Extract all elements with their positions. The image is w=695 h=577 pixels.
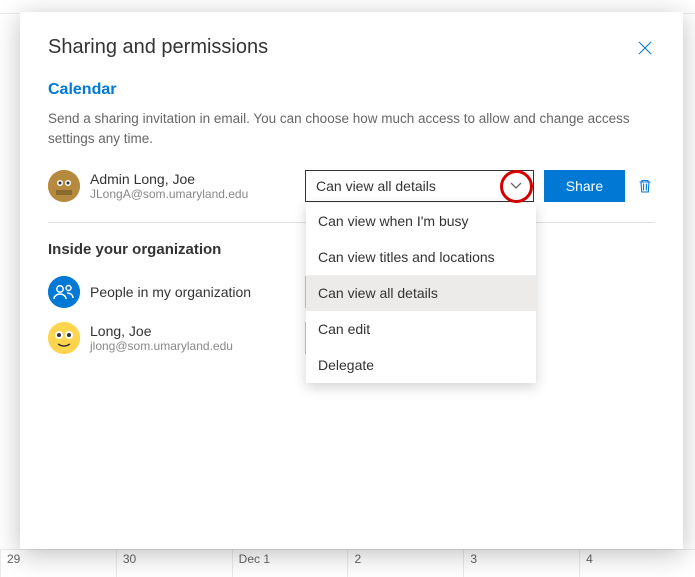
dropdown-option-busy[interactable]: Can view when I'm busy xyxy=(306,203,536,239)
dropdown-option-titles[interactable]: Can view titles and locations xyxy=(306,239,536,275)
invitee-name: Admin Long, Joe xyxy=(90,171,295,187)
share-button[interactable]: Share xyxy=(544,170,625,202)
org-row-name: Long, Joe xyxy=(90,323,233,339)
calendar-section-title: Calendar xyxy=(48,81,655,99)
day-numbers-row: 29 30 Dec 1 2 3 4 xyxy=(0,549,695,577)
sharing-permissions-modal: Sharing and permissions Calendar Send a … xyxy=(20,12,683,549)
day-cell[interactable]: 3 xyxy=(463,549,579,577)
section-description: Send a sharing invitation in email. You … xyxy=(48,109,655,150)
invitee-info: Admin Long, Joe JLongA@som.umaryland.edu xyxy=(90,171,295,201)
avatar xyxy=(48,322,80,354)
dropdown-option-edit[interactable]: Can edit xyxy=(306,311,536,347)
org-row-email: jlong@som.umaryland.edu xyxy=(90,339,233,353)
chevron-down-icon xyxy=(509,179,523,193)
permission-dropdown: Can view when I'm busy Can view titles a… xyxy=(306,203,536,383)
invitee-row: Admin Long, Joe JLongA@som.umaryland.edu… xyxy=(48,170,655,202)
day-cell[interactable]: 4 xyxy=(579,549,695,577)
day-cell[interactable]: 2 xyxy=(347,549,463,577)
trash-icon[interactable] xyxy=(635,178,655,194)
modal-header: Sharing and permissions xyxy=(48,36,655,59)
close-icon[interactable] xyxy=(635,38,655,58)
modal-title: Sharing and permissions xyxy=(48,36,268,59)
permission-selected-label: Can view all details xyxy=(316,178,436,194)
org-row-name: People in my organization xyxy=(90,284,251,300)
dropdown-option-delegate[interactable]: Delegate xyxy=(306,347,536,383)
avatar xyxy=(48,170,80,202)
invitee-email: JLongA@som.umaryland.edu xyxy=(90,187,295,201)
day-cell[interactable]: 30 xyxy=(116,549,232,577)
day-cell[interactable]: Dec 1 xyxy=(232,549,348,577)
day-cell[interactable]: 29 xyxy=(0,549,116,577)
people-icon xyxy=(48,276,80,308)
permission-select[interactable]: Can view all details Can view when I'm b… xyxy=(305,170,534,202)
dropdown-option-all-details[interactable]: Can view all details xyxy=(306,275,536,311)
